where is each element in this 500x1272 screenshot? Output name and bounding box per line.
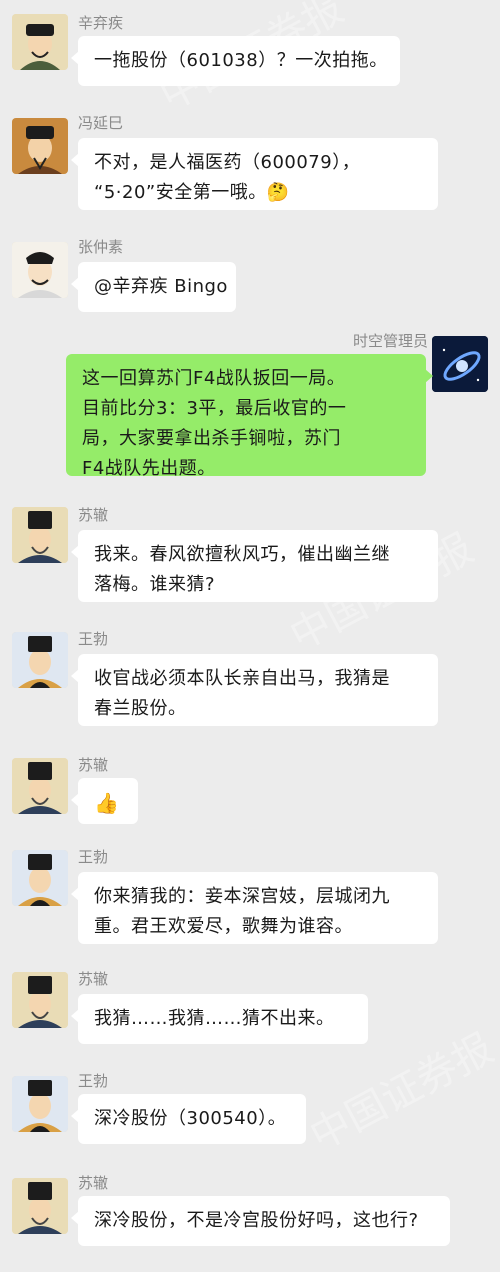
sender-name: 苏辙	[78, 756, 109, 774]
scholar-portrait-icon	[12, 507, 68, 563]
sender-name: 苏辙	[78, 970, 109, 988]
avatar[interactable]	[12, 850, 68, 906]
avatar[interactable]	[12, 632, 68, 688]
message-bubble[interactable]: 不对，是人福医药（600079）， “5·20”安全第一哦。🤔	[71, 138, 438, 210]
message-text: 你来猜我的：妾本深宫妓，层城闭九	[94, 886, 390, 907]
avatar[interactable]	[12, 14, 68, 70]
message-bubble[interactable]: 一拖股份（601038）？一次拍拖。	[71, 36, 400, 86]
message-text: 春兰股份。	[94, 698, 187, 719]
message-bubble[interactable]: 我猜……我猜……猜不出来。	[71, 994, 368, 1044]
scholar-portrait-icon	[12, 242, 68, 298]
scholar-portrait-icon	[12, 1178, 68, 1234]
message-text: 我猜……我猜……猜不出来。	[94, 1008, 335, 1029]
galaxy-icon	[432, 336, 488, 392]
message-text: 目前比分3：3平，最后收官的一	[82, 398, 347, 419]
sender-name: 苏辙	[78, 1174, 109, 1192]
sender-name: 张仲素	[78, 238, 124, 256]
sender-name: 辛弃疾	[78, 14, 124, 32]
scholar-portrait-icon	[12, 972, 68, 1028]
avatar[interactable]	[12, 758, 68, 814]
message-text: 这一回算苏门F4战队扳回一局。	[82, 368, 346, 389]
message-bubble[interactable]: 深冷股份，不是冷宫股份好吗，这也行?	[71, 1196, 450, 1246]
message-text: 我来。春风欲擅秋风巧，催出幽兰继	[94, 544, 390, 565]
sender-name: 王勃	[78, 630, 109, 648]
scholar-portrait-icon	[12, 850, 68, 906]
message-bubble[interactable]: 我来。春风欲擅秋风巧，催出幽兰继 落梅。谁来猜?	[71, 530, 438, 602]
scholar-portrait-icon	[12, 632, 68, 688]
avatar[interactable]	[12, 972, 68, 1028]
message-text: F4战队先出题。	[82, 458, 216, 479]
sender-name: 冯延巳	[78, 114, 124, 132]
avatar[interactable]	[432, 336, 488, 392]
message-bubble[interactable]: 这一回算苏门F4战队扳回一局。 目前比分3：3平，最后收官的一 局，大家要拿出杀…	[66, 354, 433, 479]
message-text: 落梅。谁来猜?	[94, 574, 216, 595]
scholar-portrait-icon	[12, 1076, 68, 1132]
message-text: 一拖股份（601038）？一次拍拖。	[94, 50, 388, 71]
message-text: 重。君王欢爱尽，歌舞为谁容。	[94, 916, 353, 937]
message-text: 不对，是人福医药（600079），	[94, 152, 361, 173]
message-text: 深冷股份，不是冷宫股份好吗，这也行?	[94, 1210, 419, 1231]
avatar[interactable]	[12, 1178, 68, 1234]
thumbs-up-icon: 👍	[94, 791, 120, 815]
message-text: “5·20”安全第一哦。🤔	[94, 182, 290, 203]
message-text: 局，大家要拿出杀手锏啦，苏门	[82, 428, 341, 449]
message-bubble[interactable]: 深冷股份（300540）。	[71, 1094, 306, 1144]
message-bubble[interactable]: @辛弃疾 Bingo	[71, 262, 236, 312]
sender-name: 王勃	[78, 848, 109, 866]
scholar-portrait-icon	[12, 14, 68, 70]
scholar-portrait-icon	[12, 758, 68, 814]
avatar[interactable]	[12, 118, 68, 174]
sender-name: 时空管理员	[352, 332, 428, 350]
scholar-portrait-icon	[12, 118, 68, 174]
message-bubble[interactable]: 👍	[71, 778, 138, 824]
message-bubble[interactable]: 你来猜我的：妾本深宫妓，层城闭九 重。君王欢爱尽，歌舞为谁容。	[71, 872, 438, 944]
message-text: 收官战必须本队长亲自出马，我猜是	[94, 668, 390, 689]
avatar[interactable]	[12, 507, 68, 563]
message-bubble[interactable]: 收官战必须本队长亲自出马，我猜是 春兰股份。	[71, 654, 438, 726]
sender-name: 苏辙	[78, 506, 109, 524]
avatar[interactable]	[12, 1076, 68, 1132]
avatar[interactable]	[12, 242, 68, 298]
sender-name: 王勃	[78, 1072, 109, 1090]
message-text: @辛弃疾 Bingo	[94, 276, 228, 297]
message-text: 深冷股份（300540）。	[94, 1108, 287, 1129]
